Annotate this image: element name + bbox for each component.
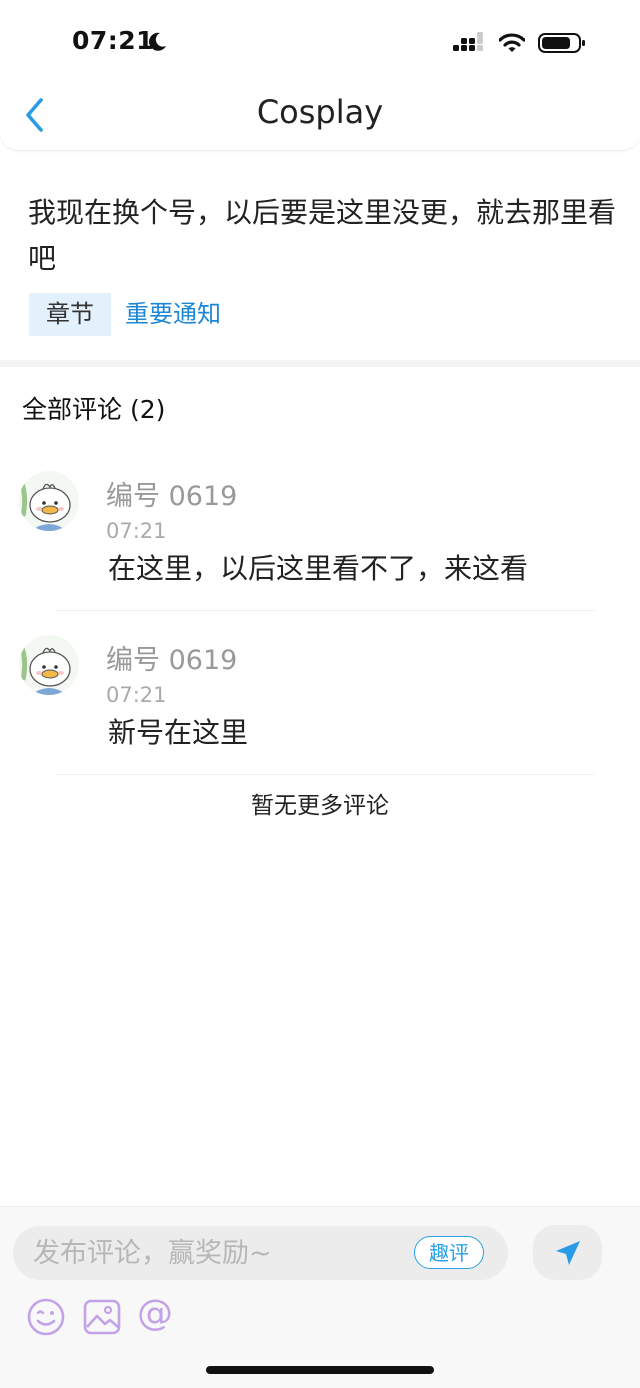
- comment-author: 编号 0619: [106, 481, 238, 512]
- home-indicator: [206, 1366, 434, 1374]
- comments-header: 全部评论 (2): [22, 395, 166, 424]
- send-icon: [556, 1241, 580, 1265]
- duck-avatar-icon: [19, 635, 79, 695]
- section-divider: [0, 360, 640, 367]
- quping-button[interactable]: 趣评: [414, 1236, 484, 1269]
- no-more-comments: 暂无更多评论: [251, 793, 389, 819]
- avatar[interactable]: [19, 635, 79, 695]
- send-button[interactable]: [533, 1225, 602, 1280]
- comment-time: 07:21: [106, 519, 167, 543]
- signal-icon: [453, 32, 483, 51]
- wifi-icon: [499, 33, 525, 52]
- mention-button[interactable]: @: [137, 1293, 173, 1334]
- status-time: 07:21: [72, 26, 155, 55]
- emoji-icon[interactable]: [26, 1297, 66, 1337]
- moon-icon: [149, 32, 166, 51]
- battery-icon: [538, 33, 585, 53]
- comment-divider: [55, 610, 595, 611]
- comment-author: 编号 0619: [106, 645, 238, 676]
- tag-important-notice[interactable]: 重要通知: [125, 293, 221, 336]
- image-icon[interactable]: [82, 1297, 122, 1337]
- duck-avatar-icon: [19, 471, 79, 531]
- comment-text: 在这里，以后这里看不了，来这看: [108, 552, 529, 585]
- comment-time: 07:21: [106, 683, 167, 707]
- avatar[interactable]: [19, 471, 79, 531]
- tag-chapter[interactable]: 章节: [29, 293, 111, 336]
- post-content: 我现在换个号，以后要是这里没更，就去那里看吧: [28, 196, 617, 275]
- page-title: Cosplay: [256, 93, 384, 131]
- comment-divider: [55, 774, 595, 775]
- comment-text: 新号在这里: [108, 716, 249, 749]
